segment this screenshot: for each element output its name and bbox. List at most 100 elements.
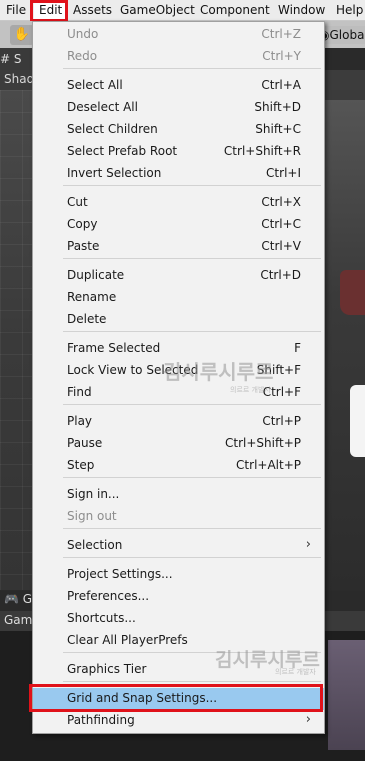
menu-item-label: Copy [67, 217, 98, 231]
menu-item-label: Step [67, 458, 95, 472]
hand-tool-icon[interactable]: ✋ [10, 25, 34, 45]
menu-item-label: Select Prefab Root [67, 144, 178, 158]
menu-item-shortcut: Ctrl+D [260, 268, 301, 282]
menu-item-rename[interactable]: Rename [33, 287, 324, 309]
menu-item-label: Duplicate [67, 268, 125, 282]
shading-mode-dropdown[interactable]: Shad [4, 72, 34, 86]
menu-item-label: Paste [67, 239, 100, 253]
menubar: File Edit Assets GameObject Component Wi… [0, 0, 365, 21]
game-preview-image [328, 640, 365, 750]
menu-item-selection[interactable]: Selection › [33, 535, 324, 557]
menu-item-shortcuts[interactable]: Shortcuts... [33, 608, 324, 630]
menu-item-shortcut: Shift+C [255, 122, 301, 136]
menu-component[interactable]: Component [200, 0, 270, 21]
menu-separator [63, 528, 321, 529]
menu-item-label: Redo [67, 49, 98, 63]
menu-separator [63, 477, 321, 478]
menu-item-label: Shortcuts... [67, 611, 136, 625]
menu-separator [63, 258, 321, 259]
scene-object [322, 100, 365, 590]
menu-item-label: Undo [67, 27, 99, 41]
menu-item-redo[interactable]: Redo Ctrl+Y [33, 46, 324, 68]
watermark-subtext-2: 의르르 개발자 [275, 668, 316, 676]
menu-item-shortcut: Ctrl+Shift+P [225, 436, 301, 450]
menu-item-find[interactable]: Find Ctrl+F [33, 382, 324, 404]
menu-item-preferences[interactable]: Preferences... [33, 586, 324, 608]
global-label: Global [329, 28, 365, 42]
menu-item-shortcut: Shift+D [254, 100, 301, 114]
menu-separator [63, 331, 321, 332]
menu-item-label: Select All [67, 78, 123, 92]
menu-item-delete[interactable]: Delete [33, 309, 324, 331]
menu-item-deselect-all[interactable]: Deselect All Shift+D [33, 97, 324, 119]
menu-item-shortcut: Ctrl+Y [262, 49, 301, 63]
game-tab-label: G [22, 592, 33, 606]
menu-item-pause[interactable]: Pause Ctrl+Shift+P [33, 433, 324, 455]
menu-item-paste[interactable]: Paste Ctrl+V [33, 236, 324, 258]
menu-item-shortcut: Ctrl+V [261, 239, 301, 253]
menu-item-cut[interactable]: Cut Ctrl+X [33, 192, 324, 214]
menu-gameobject[interactable]: GameObject [120, 0, 195, 21]
menu-item-label: Find [67, 385, 92, 399]
menu-item-shortcut: Ctrl+Shift+R [223, 144, 301, 158]
menu-window[interactable]: Window [278, 0, 325, 21]
menu-item-undo[interactable]: Undo Ctrl+Z [33, 24, 324, 46]
menu-item-shortcut: Ctrl+P [262, 414, 301, 428]
menu-item-sign-out[interactable]: Sign out [33, 506, 324, 528]
character-model [340, 270, 365, 315]
menu-item-label: Clear All PlayerPrefs [67, 633, 188, 647]
menu-item-label: Delete [67, 312, 107, 326]
menu-item-step[interactable]: Step Ctrl+Alt+P [33, 455, 324, 477]
menu-item-shortcut: Ctrl+A [261, 78, 301, 92]
menu-separator [63, 681, 321, 682]
menu-separator [63, 68, 321, 69]
menu-item-label: Invert Selection [67, 166, 162, 180]
menu-item-shortcut: Ctrl+I [266, 166, 301, 180]
menu-item-label: Project Settings... [67, 567, 173, 581]
tab-game[interactable]: 🎮 G [4, 592, 32, 606]
chevron-right-icon: › [305, 537, 311, 552]
menu-item-label: Select Children [67, 122, 158, 136]
menu-item-label: Pause [67, 436, 103, 450]
watermark-text: 김시루시루르 [163, 360, 274, 384]
menu-item-invert-selection[interactable]: Invert Selection Ctrl+I [33, 163, 324, 185]
menu-item-project-settings[interactable]: Project Settings... [33, 564, 324, 586]
menu-item-shortcut: Ctrl+Alt+P [236, 458, 301, 472]
menu-item-label: Deselect All [67, 100, 138, 114]
watermark-subtext: 의르르 개발자 [230, 386, 271, 394]
menu-item-label: Play [67, 414, 93, 428]
menu-item-shortcut: Ctrl+C [261, 217, 301, 231]
pivot-global-toggle[interactable]: ◉Global [319, 26, 365, 44]
menu-item-label: Sign in... [67, 487, 120, 501]
menu-help[interactable]: Help [336, 0, 363, 21]
menu-item-shortcut: F [294, 341, 301, 355]
menu-separator [63, 185, 321, 186]
scene-tab-label: S [13, 52, 22, 66]
menu-item-play[interactable]: Play Ctrl+P [33, 411, 324, 433]
menu-item-label: Cut [67, 195, 88, 209]
grid-icon: # [0, 52, 11, 66]
menu-item-label: Selection [67, 538, 123, 552]
chevron-right-icon: › [305, 712, 311, 727]
menu-file[interactable]: File [6, 0, 26, 21]
menu-item-label: Preferences... [67, 589, 150, 603]
menu-item-label: Frame Selected [67, 341, 161, 355]
menu-item-label: Pathfinding [67, 713, 135, 727]
menu-item-select-children[interactable]: Select Children Shift+C [33, 119, 324, 141]
menu-separator [63, 404, 321, 405]
menu-item-label: Rename [67, 290, 117, 304]
menu-item-duplicate[interactable]: Duplicate Ctrl+D [33, 265, 324, 287]
tab-scene[interactable]: # S [0, 48, 34, 70]
menu-assets[interactable]: Assets [73, 0, 112, 21]
menu-separator [63, 557, 321, 558]
menu-item-select-all[interactable]: Select All Ctrl+A [33, 75, 324, 97]
menu-edit[interactable]: Edit [34, 0, 68, 21]
grid-snap-highlight-outline [29, 684, 323, 712]
menu-item-sign-in[interactable]: Sign in... [33, 484, 324, 506]
menu-item-shortcut: Ctrl+X [261, 195, 301, 209]
menu-item-label: Sign out [67, 509, 117, 523]
menu-item-pathfinding[interactable]: Pathfinding › [33, 710, 324, 732]
gamepad-icon: 🎮 [4, 592, 19, 606]
menu-item-select-prefab-root[interactable]: Select Prefab Root Ctrl+Shift+R [33, 141, 324, 163]
menu-item-copy[interactable]: Copy Ctrl+C [33, 214, 324, 236]
